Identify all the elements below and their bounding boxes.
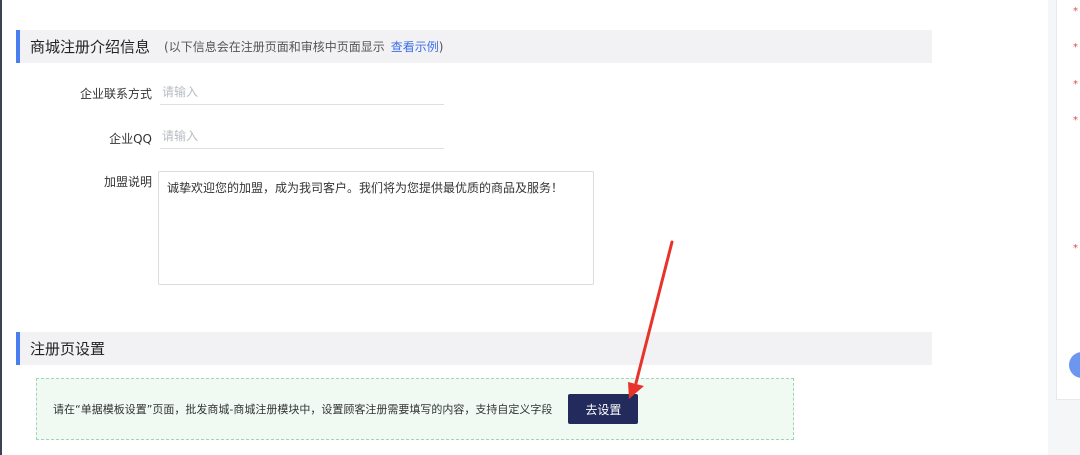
qq-label: 企业QQ: [109, 132, 152, 146]
view-example-link[interactable]: 查看示例: [391, 38, 439, 55]
contact-input[interactable]: [160, 79, 444, 105]
register-section-title: 注册页设置: [30, 340, 106, 358]
intro-section-header: 商城注册介绍信息 (以下信息会在注册页面和审核中页面显示 查看示例 ): [16, 30, 932, 63]
required-mark: *: [1073, 79, 1078, 90]
contact-label: 企业联系方式: [79, 87, 152, 101]
round-floating-button[interactable]: [1069, 352, 1080, 378]
intro-section-title: 商城注册介绍信息: [30, 38, 151, 56]
right-side-panel: * * * * *: [1056, 0, 1080, 400]
join-description-textarea[interactable]: 诚挚欢迎您的加盟，成为我司客户。我们将为您提供最优质的商品及服务！: [158, 171, 594, 285]
required-mark: *: [1073, 42, 1078, 53]
register-notice-text: 请在“单据模板设置”页面，批发商城-商城注册模块中，设置顾客注册需要填写的内容，…: [53, 403, 553, 416]
required-mark: *: [1073, 243, 1078, 254]
required-mark: *: [1073, 6, 1078, 17]
intro-section-hint-close: ): [438, 39, 444, 54]
join-description-label: 加盟说明: [103, 175, 152, 189]
main-content: 商城注册介绍信息 (以下信息会在注册页面和审核中页面显示 查看示例 ) 企业联系…: [2, 0, 1048, 455]
go-settings-button[interactable]: 去设置: [568, 394, 639, 424]
qq-input[interactable]: [160, 123, 444, 149]
required-mark: *: [1073, 115, 1078, 126]
register-section-header: 注册页设置: [16, 332, 932, 365]
register-notice-box: 请在“单据模板设置”页面，批发商城-商城注册模块中，设置顾客注册需要填写的内容，…: [36, 378, 794, 440]
intro-section-hint: (以下信息会在注册页面和审核中页面显示: [164, 40, 385, 54]
